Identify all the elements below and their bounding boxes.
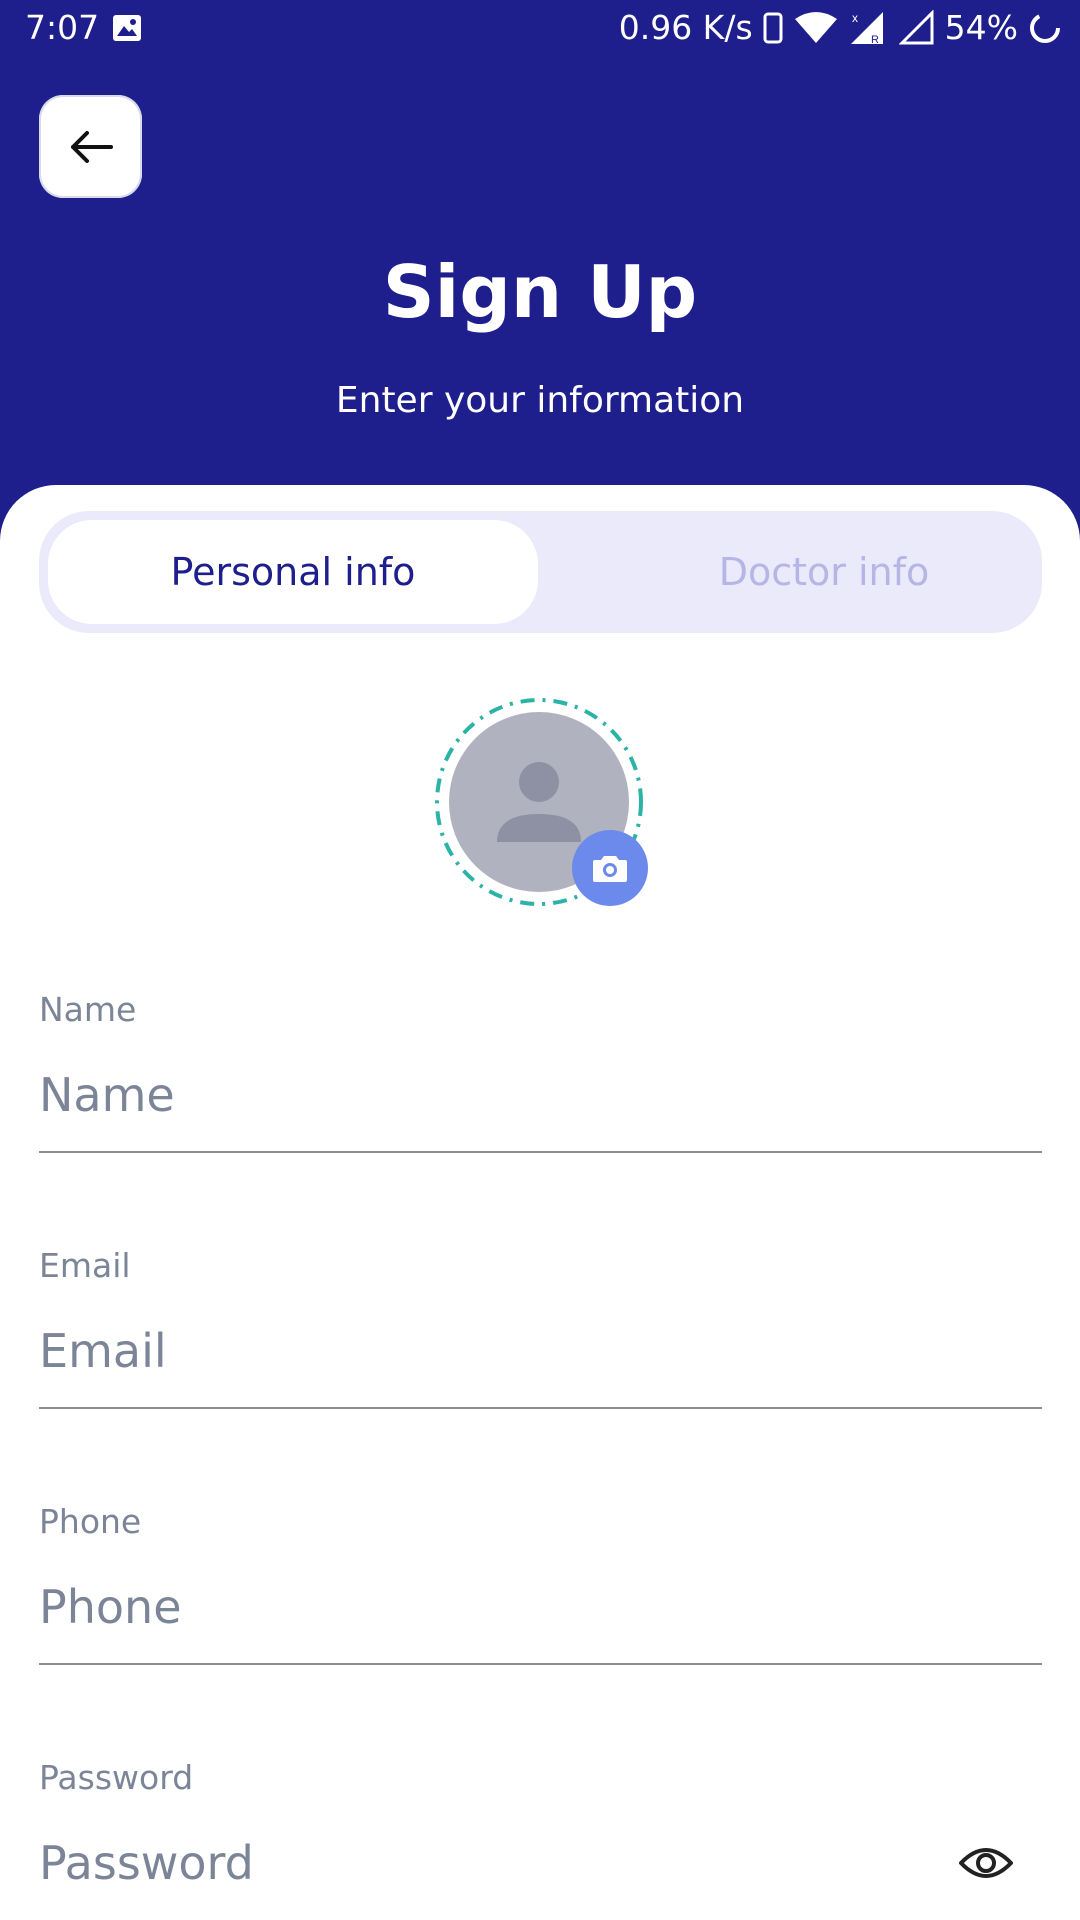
phone-label: Phone — [39, 1502, 142, 1541]
phone-icon — [763, 12, 783, 43]
email-field-group: Email — [39, 1246, 1042, 1416]
phone-underline — [39, 1663, 1042, 1665]
email-label: Email — [39, 1246, 131, 1285]
name-underline — [39, 1151, 1042, 1153]
status-bar: 7:07 0.96 K/s x R 54% — [0, 0, 1080, 58]
phone-input[interactable] — [39, 1572, 1042, 1642]
name-input[interactable] — [39, 1060, 1042, 1130]
password-input[interactable] — [39, 1828, 939, 1898]
camera-icon — [593, 856, 627, 882]
arrow-left-icon — [70, 130, 113, 163]
battery-percent: 54% — [944, 8, 1018, 47]
wifi-icon — [794, 11, 837, 43]
gallery-icon — [113, 15, 141, 41]
battery-icon — [1030, 12, 1060, 43]
signal-icon: x R — [850, 11, 883, 46]
signal-empty-icon — [898, 9, 934, 44]
status-time: 7:07 — [25, 8, 100, 47]
form-sheet: Personal info Doctor info Name Email — [0, 485, 1080, 1920]
camera-button[interactable] — [572, 830, 648, 906]
email-input[interactable] — [39, 1316, 1042, 1386]
tab-doctor-info[interactable]: Doctor info — [579, 520, 1069, 624]
name-label: Name — [39, 990, 137, 1029]
email-underline — [39, 1407, 1042, 1409]
network-speed: 0.96 K/s — [618, 8, 753, 47]
page-subtitle: Enter your information — [335, 380, 745, 421]
tab-bar: Personal info Doctor info — [39, 511, 1042, 633]
back-button[interactable] — [39, 95, 142, 198]
password-label: Password — [39, 1758, 194, 1797]
svg-text:x: x — [852, 11, 858, 25]
name-field-group: Name — [39, 990, 1042, 1160]
status-right: 0.96 K/s x R 54% — [619, 8, 1062, 47]
eye-icon[interactable] — [958, 1843, 1014, 1883]
password-field-group: Password — [39, 1758, 1042, 1918]
tab-personal-info[interactable]: Personal info — [48, 520, 538, 624]
svg-text:R: R — [871, 34, 879, 46]
page-title: Sign Up — [382, 250, 698, 334]
phone-field-group: Phone — [39, 1502, 1042, 1672]
